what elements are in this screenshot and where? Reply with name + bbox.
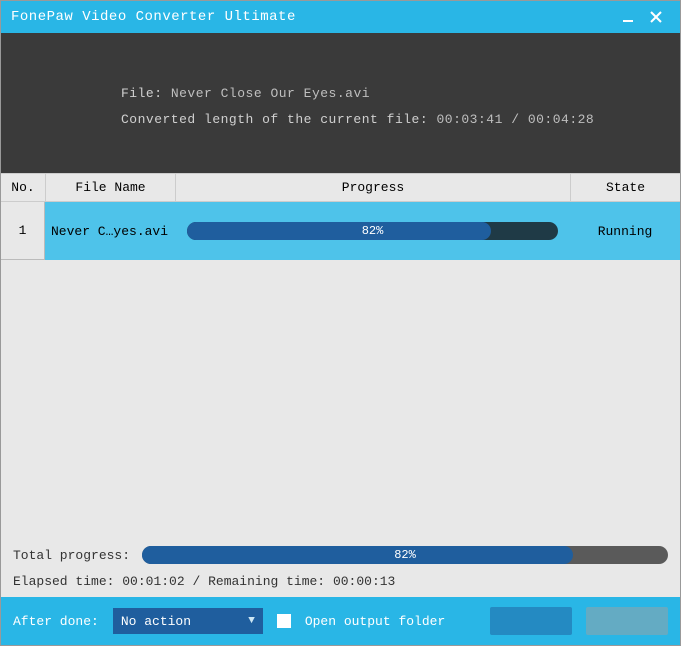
info-file-name: Never Close Our Eyes.avi bbox=[171, 86, 370, 101]
row-no-cell: 1 bbox=[1, 202, 45, 260]
footer-button-secondary[interactable] bbox=[586, 607, 668, 635]
total-progress-bar: 82% bbox=[142, 546, 668, 564]
info-length-sep: / bbox=[511, 112, 519, 127]
elapsed-value: 00:01:02 bbox=[122, 574, 184, 589]
timing-line: Elapsed time: 00:01:02 / Remaining time:… bbox=[13, 574, 668, 589]
remaining-value: 00:00:13 bbox=[333, 574, 395, 589]
close-button[interactable] bbox=[642, 3, 670, 31]
footer-bar: After done: No action ▼ Open output fold… bbox=[1, 597, 680, 645]
total-area: Total progress: 82% Elapsed time: 00:01:… bbox=[1, 536, 680, 597]
empty-area bbox=[1, 260, 680, 536]
timing-sep: / bbox=[192, 574, 200, 589]
col-header-prog: Progress bbox=[175, 174, 570, 201]
info-file-line: File: Never Close Our Eyes.avi bbox=[121, 81, 660, 107]
info-length-total: 00:04:28 bbox=[528, 112, 594, 127]
remaining-label: Remaining time: bbox=[208, 574, 325, 589]
col-header-file: File Name bbox=[45, 174, 175, 201]
row-file-cell: Never C…yes.avi bbox=[45, 224, 175, 239]
after-done-label: After done: bbox=[13, 614, 99, 629]
row-state-cell: Running bbox=[570, 224, 680, 239]
total-label: Total progress: bbox=[13, 548, 130, 563]
col-header-no: No. bbox=[1, 174, 45, 201]
minimize-icon bbox=[621, 10, 635, 24]
col-header-state: State bbox=[570, 174, 680, 201]
chevron-down-icon: ▼ bbox=[248, 615, 255, 627]
info-length-label: Converted length of the current file: bbox=[121, 112, 428, 127]
open-output-label[interactable]: Open output folder bbox=[305, 614, 445, 629]
row-prog-cell: 82% bbox=[175, 222, 570, 240]
row-progress-bar: 82% bbox=[187, 222, 558, 240]
minimize-button[interactable] bbox=[614, 3, 642, 31]
after-done-value: No action bbox=[121, 614, 191, 629]
titlebar: FonePaw Video Converter Ultimate bbox=[1, 1, 680, 33]
conversion-info-panel: File: Never Close Our Eyes.avi Converted… bbox=[1, 33, 680, 173]
total-progress-label: 82% bbox=[142, 546, 668, 564]
app-window: FonePaw Video Converter Ultimate File: N… bbox=[0, 0, 681, 646]
info-file-label: File: bbox=[121, 86, 163, 101]
info-length-line: Converted length of the current file: 00… bbox=[121, 107, 660, 133]
after-done-select[interactable]: No action ▼ bbox=[113, 608, 263, 634]
row-progress-label: 82% bbox=[187, 222, 558, 240]
table-row[interactable]: 1 Never C…yes.avi 82% Running bbox=[1, 202, 680, 260]
footer-button-primary[interactable] bbox=[490, 607, 572, 635]
open-output-checkbox[interactable] bbox=[277, 614, 291, 628]
elapsed-label: Elapsed time: bbox=[13, 574, 114, 589]
total-row: Total progress: 82% bbox=[13, 546, 668, 564]
table-body: 1 Never C…yes.avi 82% Running bbox=[1, 202, 680, 260]
info-length-elapsed: 00:03:41 bbox=[436, 112, 502, 127]
close-icon bbox=[649, 10, 663, 24]
app-title: FonePaw Video Converter Ultimate bbox=[11, 9, 614, 25]
table-header: No. File Name Progress State bbox=[1, 173, 680, 202]
